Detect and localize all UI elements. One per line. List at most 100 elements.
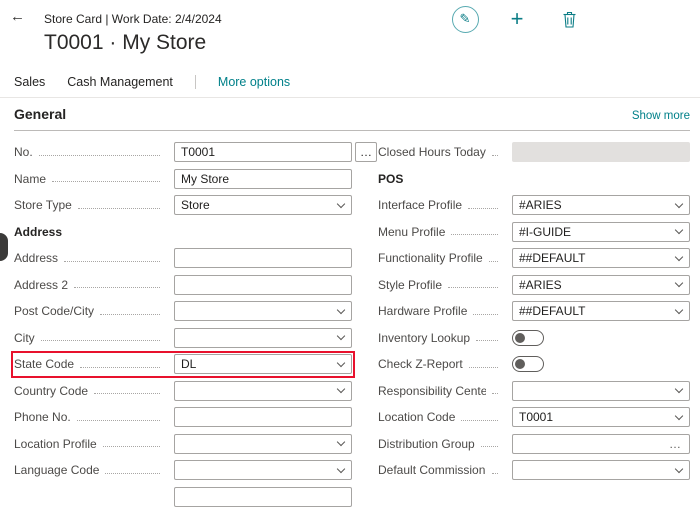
field-label: Hardware Profile (378, 304, 467, 318)
field-label: No. (14, 145, 33, 159)
field-label: Interface Profile (378, 198, 462, 212)
right-column: Closed Hours Today POS Interface Profile… (378, 139, 690, 510)
dotted-leader (74, 287, 160, 288)
location-code-select[interactable]: T0001 (512, 407, 690, 427)
dotted-leader (448, 287, 498, 288)
check-z-report-toggle[interactable] (512, 356, 544, 372)
field-columns: No. … Name Store Type Store Address Addr… (0, 139, 700, 510)
chevron-down-icon (337, 332, 345, 340)
menu-profile-select[interactable]: #I-GUIDE (512, 222, 690, 242)
field-row-address2: Address 2 (14, 272, 352, 299)
field-row-responsibility-center: Responsibility Center (378, 378, 690, 405)
chevron-down-icon (675, 226, 683, 234)
field-row-hardware-profile: Hardware Profile ##DEFAULT (378, 298, 690, 325)
field-value: ##DEFAULT (519, 304, 585, 318)
new-button[interactable]: + (502, 4, 532, 34)
field-row-location-code: Location Code T0001 (378, 404, 690, 431)
field-label: Name (14, 172, 46, 186)
field-row-country-code: Country Code (14, 378, 352, 405)
responsibility-center-select[interactable] (512, 381, 690, 401)
no-input[interactable] (174, 142, 352, 162)
post-code-city-select[interactable] (174, 301, 352, 321)
dotted-leader (100, 314, 160, 315)
delete-button[interactable] (554, 4, 584, 34)
address2-input[interactable] (174, 275, 352, 295)
dotted-leader (39, 155, 160, 156)
state-code-select[interactable]: DL (174, 354, 352, 374)
chevron-down-icon (337, 465, 345, 473)
address-group-header: Address (14, 219, 352, 246)
field-value: Store (181, 198, 210, 212)
country-code-select[interactable] (174, 381, 352, 401)
city-select[interactable] (174, 328, 352, 348)
chevron-down-icon (675, 385, 683, 393)
functionality-profile-select[interactable]: ##DEFAULT (512, 248, 690, 268)
top-bar: ← Store Card | Work Date: 2/4/2024 T0001… (0, 0, 700, 66)
hardware-profile-select[interactable]: ##DEFAULT (512, 301, 690, 321)
pane-expand-handle[interactable] (0, 233, 8, 261)
field-row-interface-profile: Interface Profile #ARIES (378, 192, 690, 219)
section-title: General (14, 106, 66, 122)
field-label: Inventory Lookup (378, 331, 470, 345)
field-label: Post Code/City (14, 304, 94, 318)
store-type-select[interactable]: Store (174, 195, 352, 215)
left-column: No. … Name Store Type Store Address Addr… (14, 139, 352, 510)
field-row-style-profile: Style Profile #ARIES (378, 272, 690, 299)
dotted-leader (468, 208, 498, 209)
language-code-select[interactable] (174, 460, 352, 480)
field-value: #I-GUIDE (519, 225, 571, 239)
field-value: #ARIES (519, 198, 562, 212)
more-options-link[interactable]: More options (218, 75, 290, 89)
phone-no-input[interactable] (174, 407, 352, 427)
chevron-down-icon (675, 412, 683, 420)
pos-group-header: POS (378, 166, 690, 193)
dotted-leader (481, 446, 498, 447)
show-more-link[interactable]: Show more (632, 110, 690, 122)
menu-item-sales[interactable]: Sales (14, 75, 45, 89)
dotted-leader (103, 446, 160, 447)
field-row-partial (14, 484, 352, 510)
inventory-lookup-toggle[interactable] (512, 330, 544, 346)
dotted-leader (80, 367, 160, 368)
menu-divider (195, 75, 196, 89)
chevron-down-icon (337, 438, 345, 446)
field-row-language-code: Language Code (14, 457, 352, 484)
dotted-leader (41, 340, 160, 341)
field-label: Style Profile (378, 278, 442, 292)
field-row-menu-profile: Menu Profile #I-GUIDE (378, 219, 690, 246)
dotted-leader (451, 234, 498, 235)
field-label: Menu Profile (378, 225, 445, 239)
location-profile-select[interactable] (174, 434, 352, 454)
edit-button[interactable]: ✎ (450, 4, 480, 34)
distribution-group-field[interactable]: … (512, 434, 690, 454)
general-section-header: General Show more (14, 106, 690, 131)
assist-edit-icon[interactable]: … (669, 437, 682, 451)
dotted-leader (461, 420, 498, 421)
interface-profile-select[interactable]: #ARIES (512, 195, 690, 215)
dotted-leader (492, 393, 498, 394)
address-input[interactable] (174, 248, 352, 268)
field-label: Default Commission Gro... (378, 463, 486, 477)
name-input[interactable] (174, 169, 352, 189)
field-label: Location Code (378, 410, 455, 424)
dotted-leader (64, 261, 160, 262)
field-label: City (14, 331, 35, 345)
dotted-leader (489, 261, 498, 262)
dotted-leader (469, 367, 498, 368)
chevron-down-icon (337, 385, 345, 393)
menu-item-cash-management[interactable]: Cash Management (67, 75, 173, 89)
field-row-post-code-city: Post Code/City (14, 298, 352, 325)
field-row-name: Name (14, 166, 352, 193)
field-row-closed-hours-today: Closed Hours Today (378, 139, 690, 166)
field-row-city: City (14, 325, 352, 352)
toggle-knob (515, 333, 525, 343)
field-row-default-commission-group: Default Commission Gro... (378, 457, 690, 484)
toggle-knob (515, 359, 525, 369)
default-commission-group-select[interactable] (512, 460, 690, 480)
group-title: POS (378, 172, 403, 186)
style-profile-select[interactable]: #ARIES (512, 275, 690, 295)
no-assist-button[interactable]: … (355, 142, 377, 162)
back-button[interactable]: ← (10, 8, 25, 25)
chevron-down-icon (675, 200, 683, 208)
action-menu-bar: Sales Cash Management More options (0, 66, 700, 98)
